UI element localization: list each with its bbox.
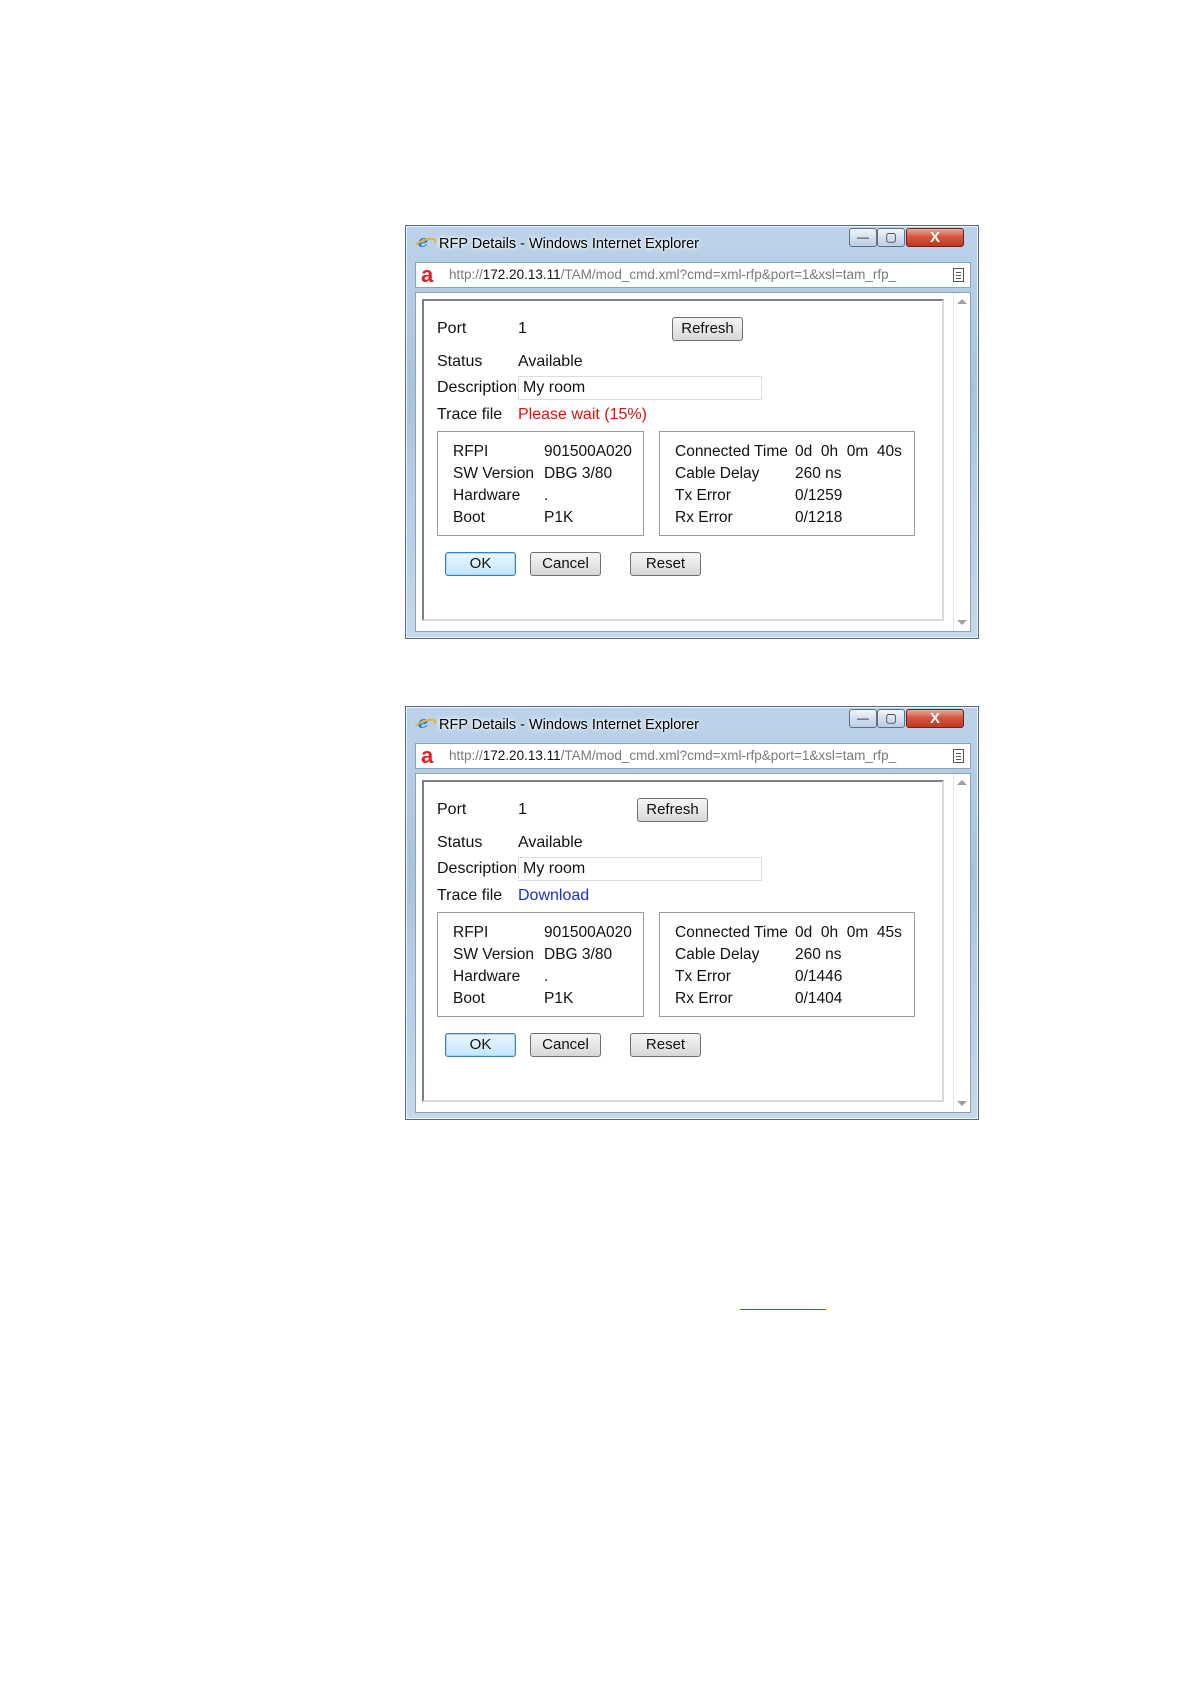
connection-info-box: Connected Time 0d 0h 0m 45s Cable Delay … (659, 912, 915, 1017)
site-logo-icon: a (421, 262, 434, 287)
hardware-value: . (544, 487, 549, 504)
cable-delay-value: 260 ns (795, 946, 842, 963)
scroll-down-arrow-icon[interactable] (957, 1101, 967, 1106)
status-value: Available (518, 834, 583, 851)
page-icon[interactable] (953, 749, 964, 763)
connection-info-box: Connected Time 0d 0h 0m 40s Cable Delay … (659, 431, 915, 536)
minimize-button[interactable]: — (849, 709, 877, 728)
rx-error-label: Rx Error (675, 990, 733, 1007)
scroll-up-arrow-icon[interactable] (957, 780, 967, 785)
cable-delay-label: Cable Delay (675, 946, 760, 963)
details-frame: Port 1 Refresh Status Available Descript… (422, 780, 944, 1102)
rfpi-value: 901500A020 (544, 443, 632, 460)
minimize-button[interactable]: — (849, 228, 877, 247)
tx-error-value: 0/1259 (795, 487, 843, 504)
boot-value: P1K (544, 509, 574, 526)
title-bar[interactable]: e RFP Details - Windows Internet Explore… (406, 707, 978, 739)
sw-version-value: DBG 3/80 (544, 465, 613, 482)
window-title: RFP Details - Windows Internet Explorer (439, 717, 700, 733)
url-text[interactable]: http://172.20.13.11/TAM/mod_cmd.xml?cmd=… (449, 748, 896, 763)
port-value: 1 (518, 801, 527, 818)
rfp-details-window-1: e RFP Details - Windows Internet Explore… (405, 225, 979, 639)
url-prefix: http:// (449, 748, 483, 763)
maximize-button[interactable]: ▢ (877, 709, 905, 728)
description-input[interactable] (518, 376, 762, 400)
reset-button[interactable]: Reset (630, 552, 701, 576)
trace-file-label: Trace file (437, 406, 503, 423)
rx-error-label: Rx Error (675, 509, 733, 526)
close-button[interactable]: X (906, 709, 964, 728)
status-label: Status (437, 353, 483, 370)
rfpi-value: 901500A020 (544, 924, 632, 941)
rx-error-value: 0/1404 (795, 990, 843, 1007)
title-bar[interactable]: e RFP Details - Windows Internet Explore… (406, 226, 978, 258)
scroll-down-arrow-icon[interactable] (957, 620, 967, 625)
page-content: Port 1 Refresh Status Available Descript… (415, 292, 971, 632)
vertical-scrollbar[interactable] (953, 293, 970, 631)
url-path: /TAM/mod_cmd.xml?cmd=xml-rfp&port=1&xsl=… (560, 748, 897, 763)
address-bar[interactable]: a http://172.20.13.11/TAM/mod_cmd.xml?cm… (415, 262, 971, 288)
address-bar[interactable]: a http://172.20.13.11/TAM/mod_cmd.xml?cm… (415, 743, 971, 769)
tx-error-label: Tx Error (675, 968, 731, 985)
url-text[interactable]: http://172.20.13.11/TAM/mod_cmd.xml?cmd=… (449, 267, 896, 282)
tx-error-label: Tx Error (675, 487, 731, 504)
scroll-up-arrow-icon[interactable] (957, 299, 967, 304)
rx-error-value: 0/1218 (795, 509, 843, 526)
internet-explorer-icon: e (415, 715, 431, 732)
sw-version-value: DBG 3/80 (544, 946, 613, 963)
internet-explorer-icon: e (415, 234, 431, 251)
rfp-details-window-2: e RFP Details - Windows Internet Explore… (405, 706, 979, 1120)
connected-time-value: 0d 0h 0m 45s (795, 924, 902, 941)
refresh-button[interactable]: Refresh (637, 798, 708, 822)
description-input[interactable] (518, 857, 762, 881)
page-icon[interactable] (953, 268, 964, 282)
trace-file-label: Trace file (437, 887, 503, 904)
url-path: /TAM/mod_cmd.xml?cmd=xml-rfp&port=1&xsl=… (560, 267, 897, 282)
boot-value: P1K (544, 990, 574, 1007)
description-label: Description (437, 860, 518, 877)
trace-file-status: Please wait (15%) (518, 406, 647, 423)
port-label: Port (437, 320, 467, 337)
close-button[interactable]: X (906, 228, 964, 247)
hardware-label: Hardware (453, 968, 521, 985)
window-title: RFP Details - Windows Internet Explorer (439, 236, 700, 252)
url-host: 172.20.13.11 (482, 267, 561, 282)
connected-time-value: 0d 0h 0m 40s (795, 443, 902, 460)
trace-file-download-link[interactable]: Download (518, 887, 589, 905)
ok-button[interactable]: OK (445, 552, 516, 576)
ok-button[interactable]: OK (445, 1033, 516, 1057)
boot-label: Boot (453, 509, 485, 526)
cable-delay-label: Cable Delay (675, 465, 760, 482)
connected-time-label: Connected Time (675, 924, 788, 941)
port-value: 1 (518, 320, 527, 337)
reset-button[interactable]: Reset (630, 1033, 701, 1057)
rfpi-label: RFPI (453, 443, 489, 460)
details-frame: Port 1 Refresh Status Available Descript… (422, 299, 944, 621)
cable-delay-value: 260 ns (795, 465, 842, 482)
port-label: Port (437, 801, 467, 818)
status-label: Status (437, 834, 483, 851)
hardware-value: . (544, 968, 549, 985)
rfp-info-box: RFPI 901500A020 SW Version DBG 3/80 Hard… (437, 912, 644, 1017)
cancel-button[interactable]: Cancel (530, 552, 601, 576)
document-link-underline[interactable] (740, 1309, 826, 1310)
site-logo-icon: a (421, 743, 434, 768)
url-host: 172.20.13.11 (482, 748, 561, 763)
maximize-button[interactable]: ▢ (877, 228, 905, 247)
vertical-scrollbar[interactable] (953, 774, 970, 1112)
hardware-label: Hardware (453, 487, 521, 504)
cancel-button[interactable]: Cancel (530, 1033, 601, 1057)
tx-error-value: 0/1446 (795, 968, 843, 985)
sw-version-label: SW Version (453, 465, 534, 482)
description-label: Description (437, 379, 518, 396)
sw-version-label: SW Version (453, 946, 534, 963)
boot-label: Boot (453, 990, 485, 1007)
rfp-info-box: RFPI 901500A020 SW Version DBG 3/80 Hard… (437, 431, 644, 536)
url-prefix: http:// (449, 267, 483, 282)
page-content: Port 1 Refresh Status Available Descript… (415, 773, 971, 1113)
rfpi-label: RFPI (453, 924, 489, 941)
connected-time-label: Connected Time (675, 443, 788, 460)
status-value: Available (518, 353, 583, 370)
refresh-button[interactable]: Refresh (672, 317, 743, 341)
